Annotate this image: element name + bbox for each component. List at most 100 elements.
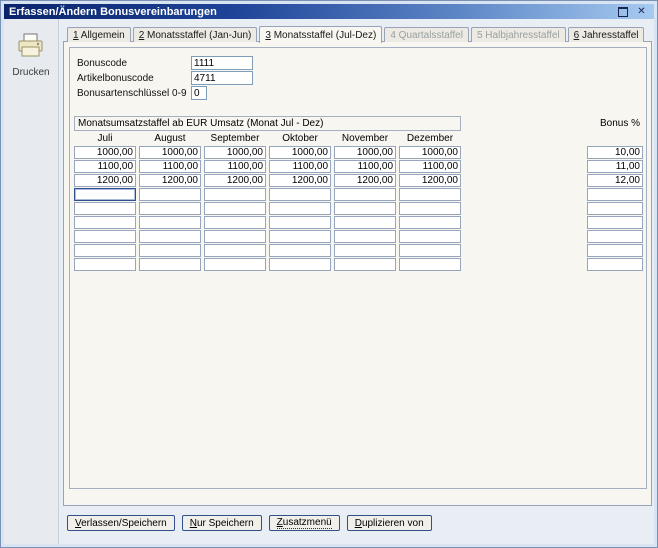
cell-november-row8[interactable] bbox=[334, 244, 396, 257]
cell-september-row1[interactable] bbox=[204, 146, 266, 159]
cell-dezember-row1[interactable] bbox=[399, 146, 461, 159]
column-header-dezember: Dezember bbox=[406, 133, 454, 144]
maximize-button[interactable] bbox=[615, 5, 630, 18]
nur-speichern-button[interactable]: Nur Speichern bbox=[181, 515, 262, 531]
cell-bonus-row8[interactable] bbox=[587, 244, 643, 257]
close-button[interactable]: ✕ bbox=[634, 5, 649, 18]
cell-oktober-row7[interactable] bbox=[269, 230, 331, 243]
cell-november-row1[interactable] bbox=[334, 146, 396, 159]
cell-dezember-row8[interactable] bbox=[399, 244, 461, 257]
field-artikelbonuscode: Artikelbonuscode bbox=[77, 71, 253, 85]
cell-august-row1[interactable] bbox=[139, 146, 201, 159]
cell-oktober-row1[interactable] bbox=[269, 146, 331, 159]
tab-jahresstaffel[interactable]: 6 Jahresstaffel bbox=[567, 27, 645, 42]
action-buttons: Verlassen/Speichern Nur Speichern Zusatzme… bbox=[67, 515, 432, 531]
cell-bonus-row1[interactable] bbox=[587, 146, 643, 159]
cell-november-row5[interactable] bbox=[334, 202, 396, 215]
cell-august-row4[interactable] bbox=[139, 188, 201, 201]
field-bonusartenschluessel: Bonusartenschlüssel 0-9 bbox=[77, 86, 253, 100]
cell-oktober-row3[interactable] bbox=[269, 174, 331, 187]
grid-row-9 bbox=[74, 258, 643, 271]
staffel-grid bbox=[74, 146, 643, 272]
cell-oktober-row6[interactable] bbox=[269, 216, 331, 229]
verlassen-speichern-button[interactable]: Verlassen/Speichern bbox=[67, 515, 175, 531]
print-label: Drucken bbox=[12, 67, 50, 78]
cell-november-row7[interactable] bbox=[334, 230, 396, 243]
column-header-september: September bbox=[210, 133, 260, 144]
cell-juli-row3[interactable] bbox=[74, 174, 136, 187]
artikelbonuscode-input[interactable] bbox=[191, 71, 253, 85]
cell-dezember-row3[interactable] bbox=[399, 174, 461, 187]
cell-september-row3[interactable] bbox=[204, 174, 266, 187]
bonusartenschluessel-label: Bonusartenschlüssel 0-9 bbox=[77, 87, 187, 99]
tab-quartalsstaffel: 4 Quartalsstaffel bbox=[384, 27, 469, 42]
cell-november-row9[interactable] bbox=[334, 258, 396, 271]
grid-row-5 bbox=[74, 202, 643, 215]
cell-juli-row8[interactable] bbox=[74, 244, 136, 257]
maximize-icon bbox=[617, 6, 628, 17]
cell-juli-row1[interactable] bbox=[74, 146, 136, 159]
cell-bonus-row6[interactable] bbox=[587, 216, 643, 229]
cell-august-row8[interactable] bbox=[139, 244, 201, 257]
cell-september-row2[interactable] bbox=[204, 160, 266, 173]
cell-oktober-row8[interactable] bbox=[269, 244, 331, 257]
cell-september-row9[interactable] bbox=[204, 258, 266, 271]
duplizieren-von-button[interactable]: Duplizieren von bbox=[346, 515, 432, 531]
cell-september-row5[interactable] bbox=[204, 202, 266, 215]
tab-monatsstaffel-jul-dez[interactable]: 3 Monatsstaffel (Jul-Dez) bbox=[259, 26, 383, 43]
cell-september-row4[interactable] bbox=[204, 188, 266, 201]
cell-august-row7[interactable] bbox=[139, 230, 201, 243]
bonusartenschluessel-input[interactable] bbox=[191, 86, 207, 100]
cell-oktober-row9[interactable] bbox=[269, 258, 331, 271]
window-body: Drucken 1 Allgemein 2 Monatsstaffel (Jan-… bbox=[4, 19, 654, 544]
cell-juli-row4[interactable] bbox=[74, 188, 136, 201]
cell-juli-row9[interactable] bbox=[74, 258, 136, 271]
bonuscode-input[interactable] bbox=[191, 56, 253, 70]
cell-august-row5[interactable] bbox=[139, 202, 201, 215]
field-bonuscode: Bonuscode bbox=[77, 56, 253, 70]
cell-september-row8[interactable] bbox=[204, 244, 266, 257]
cell-august-row9[interactable] bbox=[139, 258, 201, 271]
cell-august-row2[interactable] bbox=[139, 160, 201, 173]
close-icon: ✕ bbox=[637, 5, 646, 17]
table-caption: Monatsumsatzstaffel ab EUR Umsatz (Monat… bbox=[74, 116, 461, 131]
cell-bonus-row4[interactable] bbox=[587, 188, 643, 201]
grid-row-4 bbox=[74, 188, 643, 201]
cell-bonus-row2[interactable] bbox=[587, 160, 643, 173]
cell-november-row2[interactable] bbox=[334, 160, 396, 173]
cell-juli-row2[interactable] bbox=[74, 160, 136, 173]
cell-bonus-row7[interactable] bbox=[587, 230, 643, 243]
cell-august-row6[interactable] bbox=[139, 216, 201, 229]
tab-monatsstaffel-jan-jun[interactable]: 2 Monatsstaffel (Jan-Jun) bbox=[132, 27, 258, 42]
tab-allgemein[interactable]: 1 Allgemein bbox=[67, 27, 131, 42]
cell-september-row7[interactable] bbox=[204, 230, 266, 243]
cell-juli-row6[interactable] bbox=[74, 216, 136, 229]
grid-row-8 bbox=[74, 244, 643, 257]
cell-dezember-row5[interactable] bbox=[399, 202, 461, 215]
cell-bonus-row9[interactable] bbox=[587, 258, 643, 271]
cell-november-row4[interactable] bbox=[334, 188, 396, 201]
print-button[interactable]: Drucken bbox=[12, 33, 50, 78]
cell-dezember-row2[interactable] bbox=[399, 160, 461, 173]
cell-november-row3[interactable] bbox=[334, 174, 396, 187]
cell-oktober-row2[interactable] bbox=[269, 160, 331, 173]
cell-oktober-row4[interactable] bbox=[269, 188, 331, 201]
table-caption-row: Monatsumsatzstaffel ab EUR Umsatz (Monat… bbox=[74, 116, 642, 131]
cell-dezember-row4[interactable] bbox=[399, 188, 461, 201]
cell-august-row3[interactable] bbox=[139, 174, 201, 187]
column-header-oktober: Oktober bbox=[282, 133, 318, 144]
column-header-november: November bbox=[341, 133, 389, 144]
cell-juli-row7[interactable] bbox=[74, 230, 136, 243]
cell-bonus-row3[interactable] bbox=[587, 174, 643, 187]
zusatzmenu-button[interactable]: Zusatzmenü bbox=[268, 515, 340, 531]
cell-juli-row5[interactable] bbox=[74, 202, 136, 215]
cell-dezember-row6[interactable] bbox=[399, 216, 461, 229]
titlebar-buttons: ✕ bbox=[615, 5, 649, 18]
cell-bonus-row5[interactable] bbox=[587, 202, 643, 215]
cell-dezember-row7[interactable] bbox=[399, 230, 461, 243]
cell-november-row6[interactable] bbox=[334, 216, 396, 229]
cell-oktober-row5[interactable] bbox=[269, 202, 331, 215]
cell-september-row6[interactable] bbox=[204, 216, 266, 229]
cell-dezember-row9[interactable] bbox=[399, 258, 461, 271]
grid-row-3 bbox=[74, 174, 643, 187]
